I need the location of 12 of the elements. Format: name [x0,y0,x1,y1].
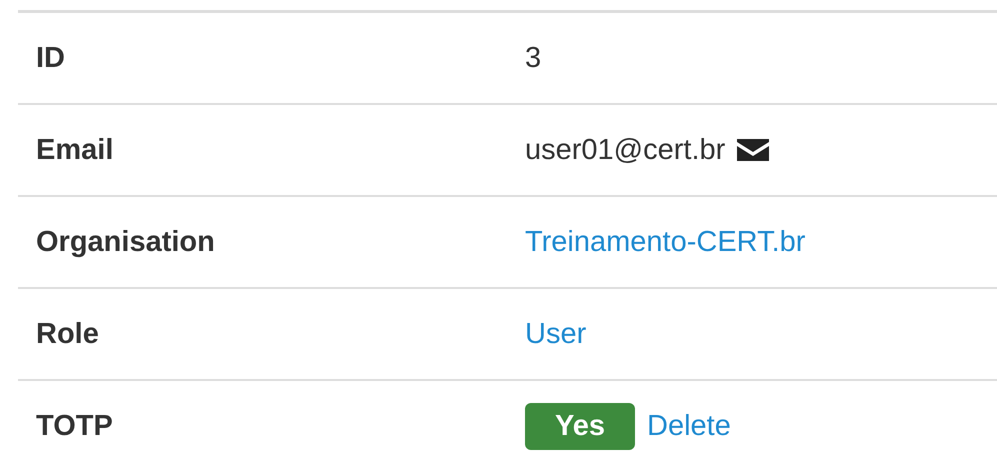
field-value: 3 [525,42,542,74]
value-link[interactable]: Treinamento-CERT.br [525,226,806,258]
email-address: user01@cert.br [525,134,726,166]
field-label: Email [35,134,114,166]
field-label: ID [35,42,66,74]
status-badge: Yes [525,402,635,450]
field-label: TOTP [35,410,114,442]
delete-link[interactable]: Delete [647,410,731,442]
value-link[interactable]: User [525,318,586,350]
field-label: Organisation [35,226,216,258]
field-label: Role [35,318,100,350]
envelope-icon [735,137,772,163]
